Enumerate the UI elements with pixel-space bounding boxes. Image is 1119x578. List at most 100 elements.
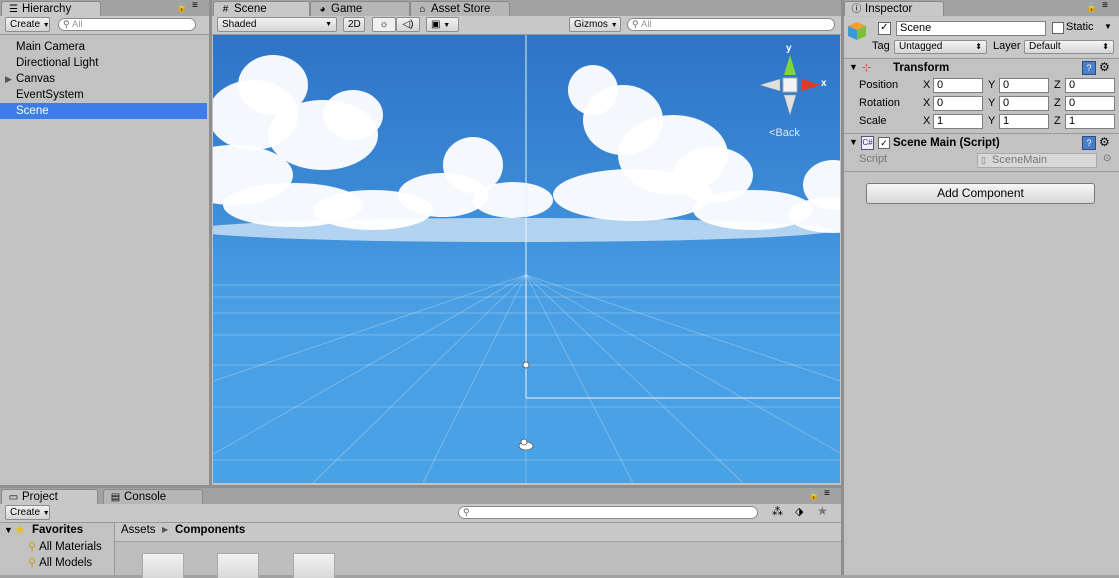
- hierarchy-item-canvas[interactable]: ▶ Canvas: [0, 71, 207, 87]
- scale-z-field[interactable]: 1: [1065, 114, 1115, 129]
- tab-hierarchy[interactable]: ☰ Hierarchy: [1, 1, 101, 16]
- lock-icon[interactable]: 🔒: [176, 2, 187, 13]
- script-value: SceneMain: [992, 154, 1048, 166]
- panel-menu-icon[interactable]: ≡: [824, 488, 830, 499]
- scene-lighting-button[interactable]: ☼: [372, 17, 396, 32]
- scene-search-input[interactable]: ⚲ All: [627, 18, 835, 31]
- script-icon: C#: [861, 136, 874, 150]
- favorite-item-all-materials[interactable]: ⚲ All Materials: [28, 540, 102, 556]
- scene-viewport[interactable]: y x <Back: [213, 35, 840, 483]
- breadcrumb: Assets ▶ Components: [115, 523, 841, 542]
- asset-file-icon[interactable]: [142, 553, 184, 578]
- scene-toolbar: Shaded ▼ 2D ☼ ◁) ▣ ▼ Gizmos ▼ ⚲ All: [212, 16, 841, 35]
- rotation-x-field[interactable]: 0: [933, 96, 983, 111]
- lock-icon[interactable]: 🔒: [808, 490, 819, 501]
- gizmo-back-link[interactable]: <Back: [769, 127, 800, 139]
- search-icon: ⚲: [632, 19, 639, 29]
- panel-menu-icon[interactable]: ≡: [1102, 0, 1108, 11]
- search-icon: ⚲: [28, 541, 37, 553]
- lock-icon[interactable]: 🔒: [1086, 2, 1097, 13]
- gizmo-axis-x-label: x: [821, 78, 827, 89]
- scene-audio-button[interactable]: ◁): [396, 17, 420, 32]
- scale-z-value: 1: [1069, 115, 1076, 127]
- tab-asset-store[interactable]: ⌂ Asset Store: [410, 1, 510, 16]
- scale-x-field[interactable]: 1: [933, 114, 983, 129]
- gear-icon[interactable]: ⚙: [1099, 135, 1110, 149]
- project-search-input[interactable]: ⚲: [458, 506, 758, 519]
- tab-asset-store-label: Asset Store: [431, 3, 491, 15]
- rotation-y-field[interactable]: 0: [999, 96, 1049, 111]
- scale-y-value: 1: [1003, 115, 1010, 127]
- script-component-header[interactable]: ▼ C# ✓ Scene Main (Script) ? ⚙: [844, 135, 1119, 153]
- filter-by-label-icon[interactable]: ⬗: [795, 505, 803, 518]
- breadcrumb-assets[interactable]: Assets: [121, 524, 156, 536]
- asset-file-icon[interactable]: [217, 553, 259, 578]
- tab-scene[interactable]: # Scene: [213, 1, 310, 16]
- favorite-item-all-models[interactable]: ⚲ All Models: [28, 556, 92, 572]
- store-icon: ⌂: [419, 4, 426, 15]
- list-icon: ☰: [9, 4, 18, 15]
- hierarchy-item-scene[interactable]: Scene: [0, 103, 207, 119]
- tab-scene-label: Scene: [234, 3, 267, 15]
- scale-y-field[interactable]: 1: [999, 114, 1049, 129]
- tab-project[interactable]: ▭ Project: [1, 489, 98, 504]
- gizmos-dropdown[interactable]: Gizmos ▼: [569, 17, 621, 32]
- position-y-field[interactable]: 0: [999, 78, 1049, 93]
- gizmos-label: Gizmos: [574, 19, 608, 30]
- shading-mode-dropdown[interactable]: Shaded ▼: [217, 17, 337, 32]
- position-x-field[interactable]: 0: [933, 78, 983, 93]
- transform-header[interactable]: ▼ ⊹ Transform ? ⚙: [844, 60, 1119, 78]
- tab-inspector-label: Inspector: [865, 3, 913, 15]
- transform-title: Transform: [893, 62, 950, 74]
- add-component-button[interactable]: Add Component: [866, 183, 1095, 204]
- tab-inspector[interactable]: ⓘ Inspector: [844, 1, 944, 16]
- active-checkbox[interactable]: ✓: [878, 22, 891, 35]
- script-enabled-checkbox[interactable]: ✓: [878, 137, 890, 149]
- foldout-arrow-icon[interactable]: ▼: [849, 137, 858, 147]
- layer-dropdown[interactable]: Default ⬍: [1024, 40, 1114, 54]
- project-create-button[interactable]: Create ▼: [5, 505, 50, 520]
- tab-game[interactable]: ◕ Game: [310, 1, 410, 16]
- script-object-field[interactable]: ▯ SceneMain: [977, 153, 1097, 168]
- hierarchy-search-input[interactable]: ⚲ All: [58, 18, 196, 31]
- toggle-2d-button[interactable]: 2D: [343, 17, 365, 32]
- asset-file-icon[interactable]: [293, 553, 335, 578]
- search-icon: ⚲: [463, 507, 470, 517]
- hierarchy-item-directional-light[interactable]: Directional Light: [0, 55, 207, 71]
- hierarchy-item-label: Main Camera: [16, 41, 86, 53]
- tab-hierarchy-label: Hierarchy: [22, 3, 72, 15]
- tab-game-label: Game: [331, 3, 363, 15]
- layer-label: Layer: [993, 40, 1021, 52]
- filter-by-type-icon[interactable]: ⁂: [772, 505, 783, 518]
- expand-arrow-icon[interactable]: ▶: [5, 71, 12, 87]
- position-z-field[interactable]: 0: [1065, 78, 1115, 93]
- position-y-value: 0: [1003, 79, 1010, 91]
- scene-effects-button[interactable]: ▣ ▼: [426, 17, 459, 32]
- rotation-z-field[interactable]: 0: [1065, 96, 1115, 111]
- image-icon: ▣: [431, 19, 441, 30]
- breadcrumb-components[interactable]: Components: [175, 524, 245, 536]
- search-icon: ⚲: [63, 19, 70, 29]
- create-button[interactable]: Create ▼: [5, 17, 50, 32]
- hierarchy-item-main-camera[interactable]: Main Camera: [0, 39, 207, 55]
- add-component-label: Add Component: [937, 186, 1024, 200]
- gear-icon[interactable]: ⚙: [1099, 60, 1110, 74]
- help-book-icon[interactable]: ?: [1082, 136, 1096, 150]
- skybox-icon: [518, 438, 534, 451]
- hierarchy-item-eventsystem[interactable]: EventSystem: [0, 87, 207, 103]
- tag-dropdown[interactable]: Untagged ⬍: [894, 40, 987, 54]
- foldout-arrow-icon[interactable]: ▼: [4, 525, 13, 535]
- console-icon: ▤: [110, 492, 121, 503]
- foldout-arrow-icon[interactable]: ▼: [849, 62, 858, 72]
- favorite-star-icon[interactable]: ★: [817, 504, 828, 518]
- static-checkbox[interactable]: [1052, 22, 1064, 34]
- position-z-value: 0: [1069, 79, 1076, 91]
- help-book-icon[interactable]: ?: [1082, 61, 1096, 75]
- panel-menu-icon[interactable]: ≡: [192, 0, 198, 11]
- object-picker-icon[interactable]: ⊙: [1103, 153, 1111, 164]
- static-dropdown-arrow-icon[interactable]: ▼: [1104, 22, 1112, 31]
- tab-console[interactable]: ▤ Console: [103, 489, 203, 504]
- hierarchy-item-label: Directional Light: [16, 57, 99, 69]
- object-name-field[interactable]: Scene: [896, 21, 1046, 36]
- axis-y-label: Y: [988, 79, 996, 91]
